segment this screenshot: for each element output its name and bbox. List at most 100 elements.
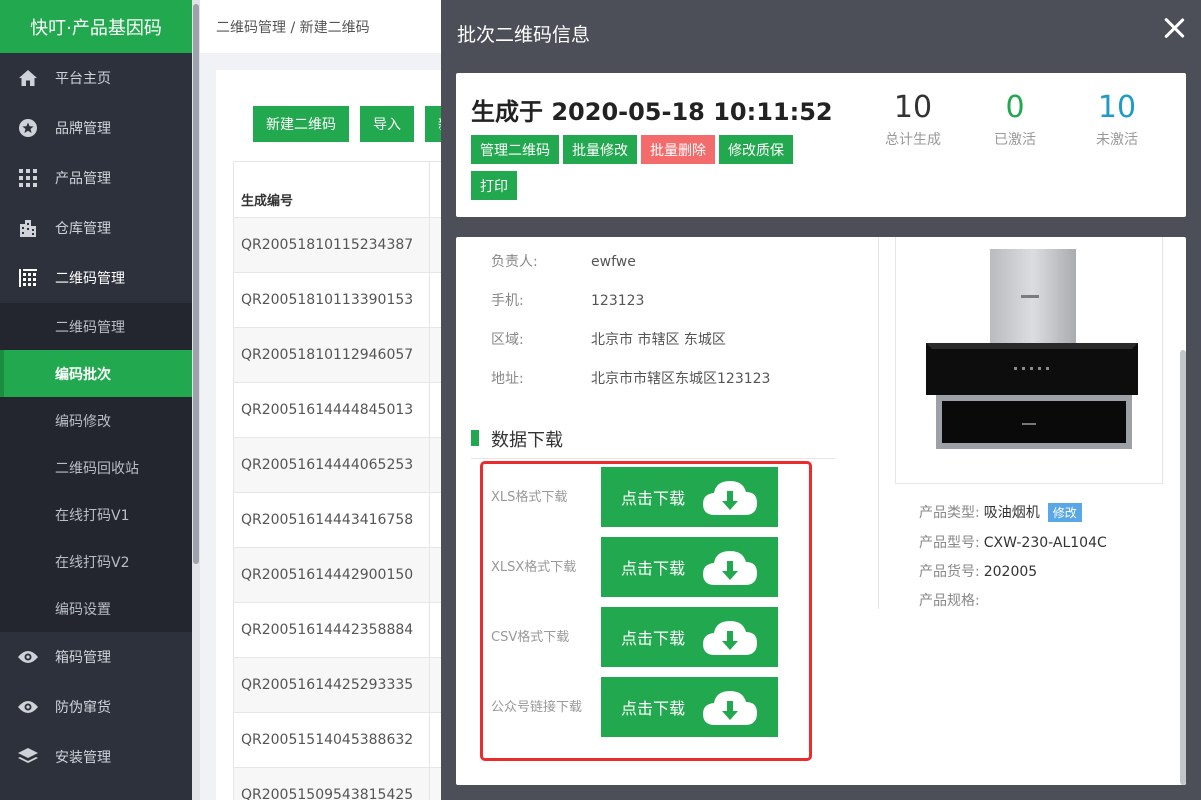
batch-edit-button[interactable]: 批量修改 — [563, 135, 637, 164]
range-hood-illustration — [926, 249, 1138, 449]
download-label-csv: CSV格式下载 — [491, 630, 570, 645]
sidebar-subitem-edit[interactable]: 编码修改 — [0, 397, 192, 444]
detail-card: 负责人: ewfwe 手机: 123123 区域: 北京市 市辖区 东城区 地址: 北京… — [456, 237, 1186, 785]
download-list: XLS格式下载 点击下载 XLSX格式下载 点击下载 CSV格式下载 点击下载 — [480, 461, 812, 761]
column-divider — [878, 237, 879, 609]
table-row[interactable]: QR2005161444290015020 — [232, 547, 473, 603]
info-phone-value: 123123 — [591, 293, 645, 309]
info-phone-key: 手机: — [491, 293, 524, 309]
table-row[interactable]: QR2005161444406525320 — [232, 437, 473, 493]
product-type-value: 吸油烟机 — [983, 505, 1040, 521]
table-row[interactable]: QR2005161444484501320 — [232, 382, 473, 438]
print-button[interactable]: 打印 — [471, 171, 517, 200]
qrcode-icon — [18, 268, 38, 288]
info-region-key: 区域: — [491, 332, 524, 348]
product-sku-value: 202005 — [983, 564, 1038, 580]
table-row[interactable]: QR2005181011523438720 — [232, 217, 473, 273]
cell-batch-no: QR20051810113390153 — [232, 272, 431, 328]
qr-batch-table: 生成编号 QR2005181011523438720 QR20051810113… — [232, 161, 473, 800]
sidebar: 快叮·产品基因码 平台主页 品牌管理 产品管理 仓库管理 二维码管理 二维码管理… — [0, 0, 192, 800]
star-icon — [18, 118, 38, 138]
sidebar-item-box-code[interactable]: 箱码管理 — [0, 632, 192, 682]
sidebar-subitem-batch[interactable]: 编码批次 — [0, 350, 192, 397]
sidebar-subitem-recycle[interactable]: 二维码回收站 — [0, 444, 192, 491]
sidebar-subitem-print-v1[interactable]: 在线打码V1 — [0, 491, 192, 538]
cell-batch-no: QR20051614443416758 — [232, 492, 431, 548]
download-button-label: 点击下载 — [621, 629, 686, 648]
info-region-value: 北京市 市辖区 东城区 — [591, 332, 726, 348]
cloud-download-icon — [703, 551, 757, 585]
product-model-value: CXW-230-AL104C — [983, 535, 1107, 551]
download-label-wechat: 公众号链接下载 — [491, 700, 583, 715]
download-label-xlsx: XLSX格式下载 — [491, 560, 577, 575]
sidebar-item-home[interactable]: 平台主页 — [0, 53, 192, 103]
cell-batch-no: QR20051614444065253 — [232, 437, 431, 493]
sidebar-item-brand[interactable]: 品牌管理 — [0, 103, 192, 153]
manage-qr-button[interactable]: 管理二维码 — [471, 135, 559, 164]
download-row-wechat: 公众号链接下载 点击下载 — [483, 677, 813, 737]
detail-scrollbar[interactable] — [1180, 350, 1186, 785]
sidebar-subitem-qr-manage[interactable]: 二维码管理 — [0, 303, 192, 350]
sidebar-scrollbar[interactable] — [192, 0, 200, 800]
table-row[interactable]: QR2005150954381542520 — [232, 767, 473, 800]
info-address-key: 地址: — [491, 371, 524, 387]
download-row-xls: XLS格式下载 点击下载 — [483, 467, 813, 527]
sidebar-subitem-print-v2[interactable]: 在线打码V2 — [0, 538, 192, 585]
sidebar-item-label: 安装管理 — [55, 750, 111, 766]
download-xlsx-button[interactable]: 点击下载 — [601, 537, 778, 597]
cell-batch-no: QR20051614444845013 — [232, 382, 431, 438]
download-wechat-link-button[interactable]: 点击下载 — [601, 677, 778, 737]
product-model-row: 产品型号: CXW-230-AL104C — [919, 532, 1107, 552]
table-row[interactable]: QR2005181011339015320 — [232, 272, 473, 328]
sidebar-subitem-settings[interactable]: 编码设置 — [0, 585, 192, 632]
sidebar-item-label: 箱码管理 — [55, 650, 111, 666]
modify-product-button[interactable]: 修改 — [1047, 503, 1082, 522]
import-button[interactable]: 导入 — [360, 106, 414, 142]
table-row[interactable]: QR2005161444341675820 — [232, 492, 473, 548]
table-row[interactable]: QR2005181011294605720 — [232, 327, 473, 383]
download-button-label: 点击下载 — [621, 699, 686, 718]
table-row[interactable]: QR2005161444235888420 — [232, 602, 473, 658]
info-phone: 手机: 123123 — [491, 290, 644, 310]
drawer-title: 批次二维码信息 — [457, 24, 591, 46]
close-icon[interactable] — [1161, 15, 1187, 41]
table-row[interactable]: QR2005161442529333520 — [232, 657, 473, 713]
download-section-title: 数据下载 — [491, 430, 563, 451]
building-icon — [18, 218, 38, 238]
stat-inactive-label: 未激活 — [1096, 132, 1138, 148]
batch-delete-button[interactable]: 批量删除 — [641, 135, 715, 164]
home-icon — [18, 68, 38, 88]
download-xls-button[interactable]: 点击下载 — [601, 467, 778, 527]
eye-icon — [18, 647, 38, 667]
new-qr-button[interactable]: 新建二维码 — [253, 106, 349, 142]
sidebar-item-install[interactable]: 安装管理 — [0, 732, 192, 782]
stat-inactive: 10 未激活 — [1072, 91, 1162, 149]
info-owner-key: 负责人: — [491, 254, 538, 270]
stat-activated: 0 已激活 — [970, 91, 1060, 149]
cell-batch-no: QR20051810115234387 — [232, 217, 431, 273]
edit-warranty-button[interactable]: 修改质保 — [719, 135, 793, 164]
qrcode-submenu: 二维码管理 编码批次 编码修改 二维码回收站 在线打码V1 在线打码V2 编码设… — [0, 303, 192, 632]
sidebar-item-label: 产品管理 — [55, 171, 111, 187]
download-row-xlsx: XLSX格式下载 点击下载 — [483, 537, 813, 597]
sidebar-item-products[interactable]: 产品管理 — [0, 153, 192, 203]
batch-info-drawer: 批次二维码信息 生成于 2020-05-18 10:11:52 管理二维码 批量… — [441, 0, 1201, 800]
product-spec-key: 产品规格: — [919, 593, 980, 609]
toolbar: 新建二维码 导入 新 — [253, 106, 465, 142]
cloud-download-icon — [703, 691, 757, 725]
table-header-row: 生成编号 — [232, 161, 473, 218]
sidebar-item-qrcode[interactable]: 二维码管理 — [0, 253, 192, 303]
download-button-label: 点击下载 — [621, 559, 686, 578]
download-csv-button[interactable]: 点击下载 — [601, 607, 778, 667]
sidebar-item-anti-fake[interactable]: 防伪窜货 — [0, 682, 192, 732]
sidebar-item-warehouse[interactable]: 仓库管理 — [0, 203, 192, 253]
stat-total-value: 10 — [893, 90, 933, 125]
info-region: 区域: 北京市 市辖区 东城区 — [491, 329, 726, 349]
stat-inactive-value: 10 — [1097, 90, 1137, 125]
column-header-batch-no[interactable]: 生成编号 — [232, 161, 431, 218]
sidebar-scrollbar-thumb[interactable] — [193, 4, 199, 564]
brand-logo[interactable]: 快叮·产品基因码 — [0, 0, 192, 53]
cell-batch-no: QR20051514045388632 — [232, 712, 431, 768]
table-row[interactable]: QR2005151404538863220 — [232, 712, 473, 768]
download-button-label: 点击下载 — [621, 489, 686, 508]
